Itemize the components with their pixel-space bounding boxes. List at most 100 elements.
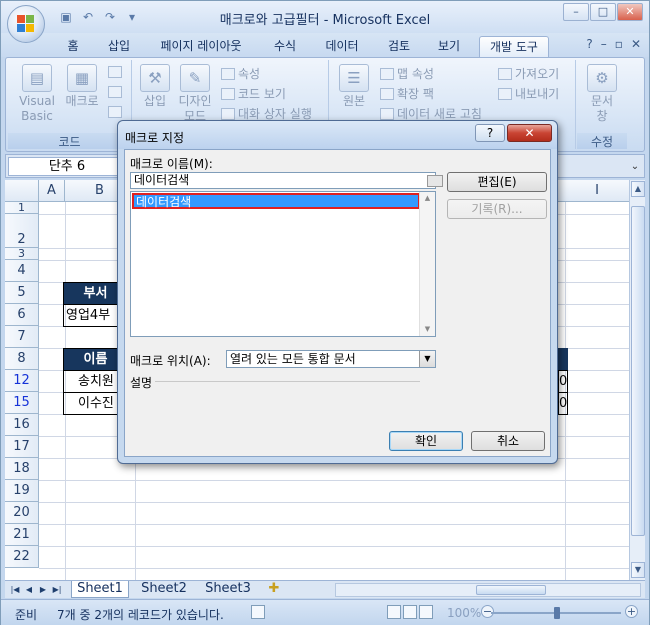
cancel-button[interactable]: 취소: [471, 431, 545, 451]
macro-list-scrollbar[interactable]: ▲ ▼: [419, 192, 435, 336]
column-header-i[interactable]: I: [565, 180, 629, 202]
list-scroll-down-icon[interactable]: ▼: [423, 325, 432, 333]
horizontal-scrollbar[interactable]: [335, 583, 641, 597]
properties-button[interactable]: 속성: [221, 66, 260, 83]
name-box[interactable]: 단추 6: [8, 157, 126, 176]
macro-record-icon[interactable]: [251, 605, 265, 619]
row-header-8[interactable]: 8: [5, 348, 39, 370]
chevron-down-icon[interactable]: ▼: [419, 351, 435, 367]
cell-b6[interactable]: 영업4부: [63, 304, 125, 327]
row-header-4[interactable]: 4: [5, 260, 39, 282]
normal-view-icon[interactable]: [387, 605, 401, 619]
edit-button[interactable]: 편집(E): [447, 172, 547, 192]
cell-b5[interactable]: 부서: [63, 282, 125, 305]
row-header-17[interactable]: 17: [5, 436, 39, 458]
formula-bar-expand-icon[interactable]: ⌄: [628, 158, 642, 175]
row-header-2[interactable]: 2: [5, 214, 39, 248]
design-mode-button[interactable]: ✎ 디자인 모드: [175, 64, 215, 124]
ribbon-close-icon[interactable]: ✕: [631, 37, 641, 51]
tab-home[interactable]: 홈: [61, 36, 85, 57]
row-header-12[interactable]: 12: [5, 370, 39, 392]
import-button[interactable]: 가져오기: [498, 66, 559, 83]
restore-button[interactable]: □: [590, 3, 616, 21]
dialog-help-button[interactable]: ?: [475, 124, 505, 142]
map-properties-button[interactable]: 맵 속성: [380, 66, 434, 83]
vertical-scroll-thumb[interactable]: [631, 206, 645, 536]
row-header-16[interactable]: 16: [5, 414, 39, 436]
row-header-21[interactable]: 21: [5, 524, 39, 546]
collapse-dialog-icon[interactable]: [427, 175, 443, 187]
tab-data[interactable]: 데이터: [321, 36, 363, 57]
ribbon-window-controls: ? – ▫ ✕: [586, 37, 641, 51]
tab-developer[interactable]: 개발 도구: [479, 36, 549, 57]
list-item[interactable]: 데이터검색: [132, 193, 420, 209]
scroll-down-icon[interactable]: ▼: [631, 562, 645, 578]
horizontal-scroll-thumb[interactable]: [476, 585, 546, 595]
document-panel-button[interactable]: ⚙ 문서 창: [581, 64, 623, 124]
record-macro-icon[interactable]: [108, 64, 125, 81]
zoom-level[interactable]: 100%: [447, 606, 481, 620]
select-all-corner[interactable]: [5, 180, 39, 202]
source-button[interactable]: ☰ 원본: [334, 64, 374, 109]
row-header-1[interactable]: 1: [5, 202, 39, 214]
prev-sheet-icon[interactable]: ◀: [23, 583, 35, 596]
last-sheet-icon[interactable]: ▶|: [51, 583, 63, 596]
close-button[interactable]: ✕: [617, 3, 643, 21]
sheet-tab-sheet2[interactable]: Sheet2: [135, 581, 193, 598]
row-header-22[interactable]: 22: [5, 546, 39, 568]
tab-formulas[interactable]: 수식: [269, 36, 301, 57]
first-sheet-icon[interactable]: |◀: [9, 583, 21, 596]
ribbon-restore-icon[interactable]: ▫: [615, 37, 623, 51]
vertical-scrollbar[interactable]: ▲ ▼: [629, 180, 645, 580]
export-button[interactable]: 내보내기: [498, 86, 559, 103]
cell-b15[interactable]: 이수진: [63, 392, 125, 415]
row-header-5[interactable]: 5: [5, 282, 39, 304]
row-header-7[interactable]: 7: [5, 326, 39, 348]
visual-basic-button[interactable]: ▤ Visual Basic: [14, 64, 60, 124]
expansion-packs-icon: [380, 88, 394, 100]
zoom-slider-knob[interactable]: [554, 607, 560, 619]
insert-sheet-icon[interactable]: ✚: [263, 581, 285, 598]
office-button[interactable]: [7, 5, 45, 43]
tab-view[interactable]: 보기: [433, 36, 465, 57]
cell-b8[interactable]: 이름: [63, 348, 125, 371]
row-header-18[interactable]: 18: [5, 458, 39, 480]
macro-location-select[interactable]: 열려 있는 모든 통합 문서 ▼: [226, 350, 436, 368]
list-scroll-up-icon[interactable]: ▲: [423, 194, 432, 202]
macro-name-input[interactable]: 데이터검색: [130, 172, 443, 189]
scroll-up-icon[interactable]: ▲: [631, 181, 645, 197]
row-header-3[interactable]: 3: [5, 248, 39, 260]
macro-button[interactable]: ▦ 매크로: [62, 64, 102, 109]
ribbon-minimize-icon[interactable]: –: [601, 37, 607, 51]
sheet-tab-sheet3[interactable]: Sheet3: [199, 581, 257, 598]
page-layout-view-icon[interactable]: [403, 605, 417, 619]
page-break-view-icon[interactable]: [419, 605, 433, 619]
column-header-a[interactable]: A: [39, 180, 65, 202]
tab-review[interactable]: 검토: [383, 36, 415, 57]
row-header-19[interactable]: 19: [5, 480, 39, 502]
help-icon[interactable]: ?: [586, 37, 592, 51]
expansion-packs-button[interactable]: 확장 팩: [380, 86, 434, 103]
window-controls: – □ ✕: [563, 3, 643, 21]
record-button[interactable]: 기록(R)...: [447, 199, 547, 219]
cell-i12[interactable]: 0: [558, 370, 568, 393]
sheet-tab-sheet1[interactable]: Sheet1: [71, 581, 129, 598]
tab-insert[interactable]: 삽입: [103, 36, 135, 57]
cell-b12[interactable]: 송치원: [63, 370, 125, 393]
zoom-in-icon[interactable]: +: [625, 605, 638, 618]
ok-button[interactable]: 확인: [389, 431, 463, 451]
insert-control-button[interactable]: ⚒ 삽입: [137, 64, 173, 109]
relative-reference-icon[interactable]: [108, 84, 125, 101]
minimize-button[interactable]: –: [563, 3, 589, 21]
next-sheet-icon[interactable]: ▶: [37, 583, 49, 596]
tab-page-layout[interactable]: 페이지 레이아웃: [153, 36, 249, 57]
cell-i8-header[interactable]: [558, 348, 568, 371]
row-header-15[interactable]: 15: [5, 392, 39, 414]
row-header-20[interactable]: 20: [5, 502, 39, 524]
macro-list[interactable]: 데이터검색 ▲ ▼: [130, 191, 436, 337]
view-code-button[interactable]: 코드 보기: [221, 86, 286, 103]
macro-security-icon[interactable]: [108, 104, 125, 121]
row-header-6[interactable]: 6: [5, 304, 39, 326]
dialog-close-button[interactable]: ✕: [507, 124, 552, 142]
cell-i15[interactable]: 0: [558, 392, 568, 415]
